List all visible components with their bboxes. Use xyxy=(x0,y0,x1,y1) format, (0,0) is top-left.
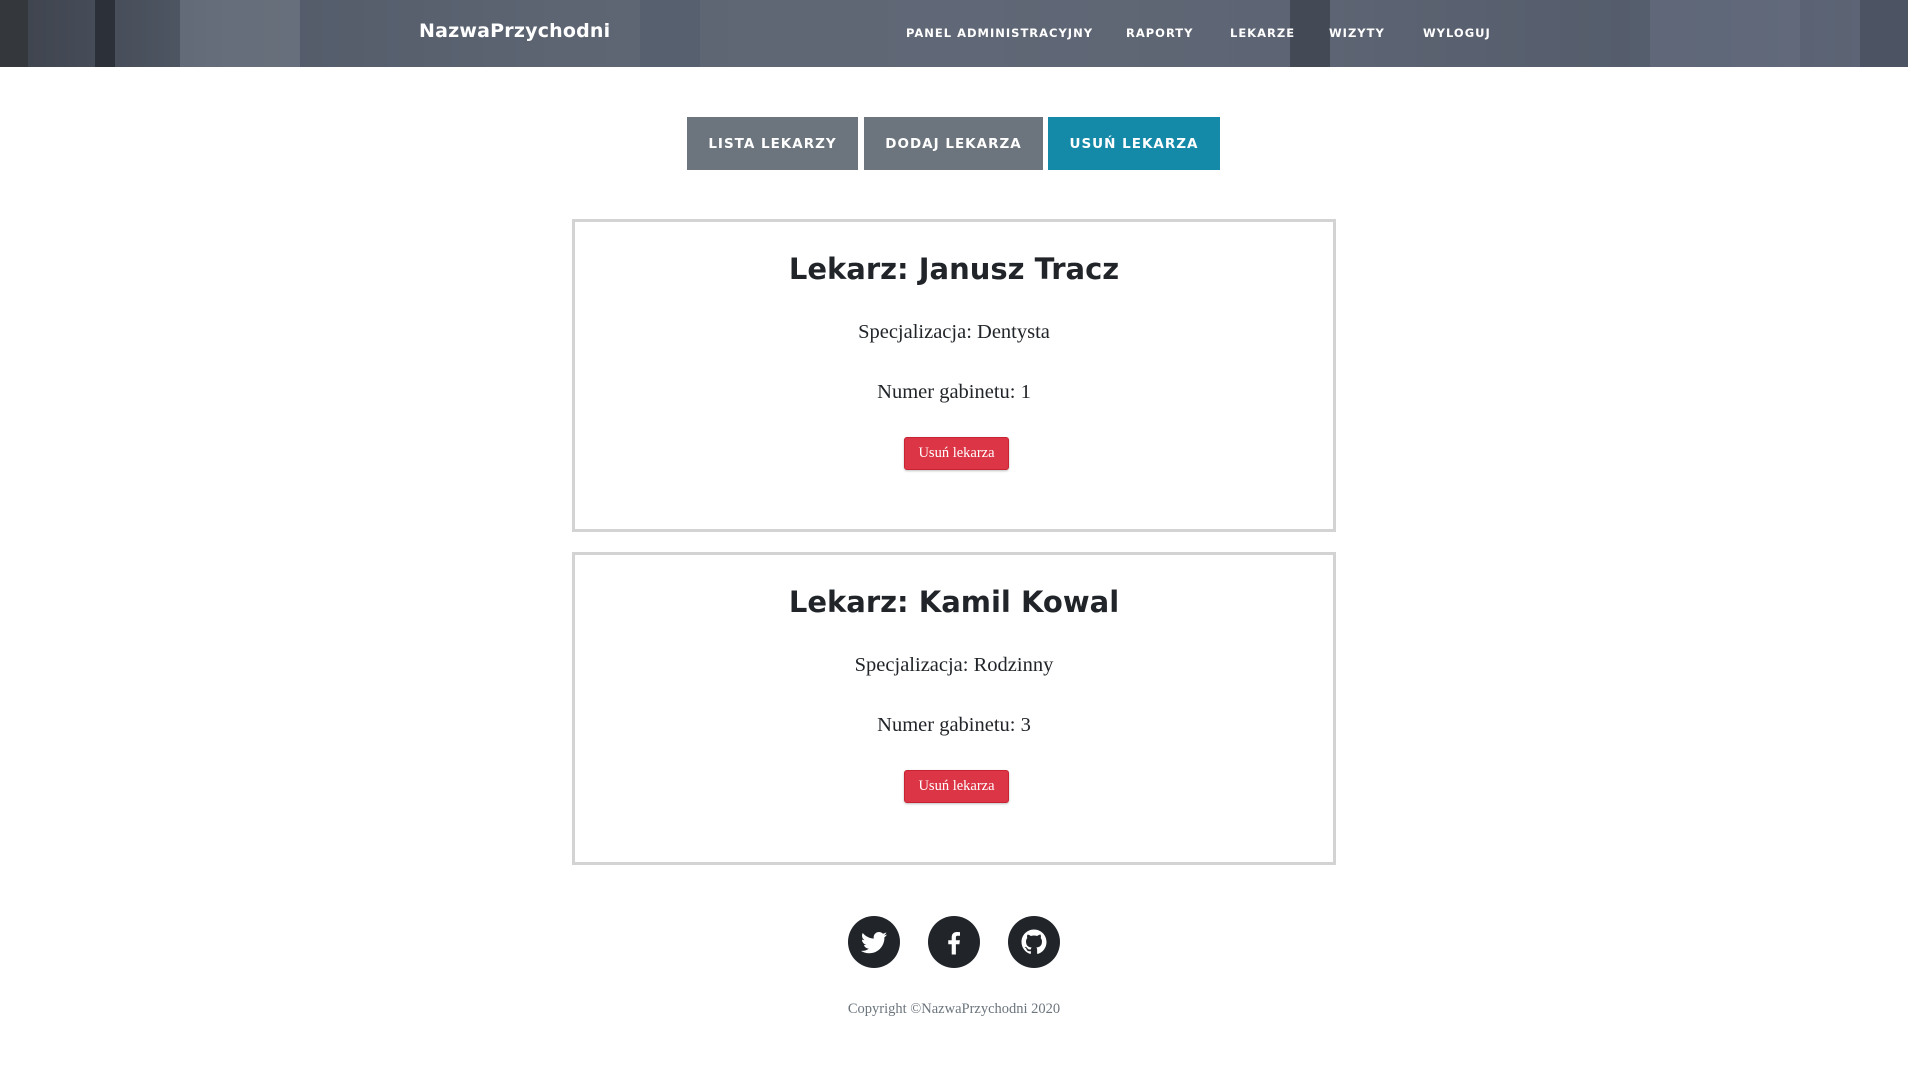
room-number-label: Numer gabinetu: xyxy=(877,381,1016,403)
nav-link-reports[interactable]: RAPORTY xyxy=(1126,26,1193,40)
doctor-room-number: Numer gabinetu: 3 xyxy=(575,714,1333,737)
specialization-label: Specjalizacja: xyxy=(854,654,969,676)
github-icon xyxy=(1021,929,1047,954)
specialization-value: Rodzinny xyxy=(973,654,1054,676)
room-number-value: 1 xyxy=(1020,381,1031,403)
twitter-link[interactable] xyxy=(848,916,900,968)
copyright-text: Copyright ©NazwaPrzychodni 2020 xyxy=(847,1001,1061,1017)
specialization-label: Specjalizacja: xyxy=(858,321,972,343)
tab-remove-doctor[interactable]: USUŃ LEKARZA xyxy=(1048,117,1220,170)
nav-link-logout[interactable]: WYLOGUJ xyxy=(1423,26,1491,40)
doctor-room-number: Numer gabinetu: 1 xyxy=(575,381,1333,404)
nav-menu: PANEL ADMINISTRACYJNY RAPORTY LEKARZE WI… xyxy=(0,26,1908,42)
doctor-card: Lekarz: Kamil Kowal Specjalizacja: Rodzi… xyxy=(572,552,1336,865)
delete-doctor-button[interactable]: Usuń lekarza xyxy=(904,770,1009,803)
nav-link-doctors[interactable]: LEKARZE xyxy=(1230,26,1295,40)
room-number-value: 3 xyxy=(1020,714,1031,736)
github-link[interactable] xyxy=(1008,916,1060,968)
tab-doctor-list[interactable]: LISTA LEKARZY xyxy=(687,117,858,170)
tab-add-doctor[interactable]: DODAJ LEKARZA xyxy=(864,117,1043,170)
facebook-icon xyxy=(948,932,960,955)
doctor-name: Lekarz: Janusz Tracz xyxy=(788,252,1120,286)
specialization-value: Dentysta xyxy=(977,321,1050,343)
doctor-specialization: Specjalizacja: Dentysta xyxy=(575,321,1333,344)
doctor-card: Lekarz: Janusz Tracz Specjalizacja: Dent… xyxy=(572,219,1336,532)
room-number-label: Numer gabinetu: xyxy=(877,714,1016,736)
top-navbar: NazwaPrzychodni PANEL ADMINISTRACYJNY RA… xyxy=(0,0,1908,67)
doctor-specialization: Specjalizacja: Rodzinny xyxy=(575,654,1333,677)
twitter-icon xyxy=(860,932,888,954)
facebook-link[interactable] xyxy=(928,916,980,968)
delete-doctor-button[interactable]: Usuń lekarza xyxy=(904,437,1009,470)
nav-link-admin-panel[interactable]: PANEL ADMINISTRACYJNY xyxy=(906,26,1093,40)
doctor-name: Lekarz: Kamil Kowal xyxy=(788,585,1120,619)
nav-link-visits[interactable]: WIZYTY xyxy=(1329,26,1385,40)
